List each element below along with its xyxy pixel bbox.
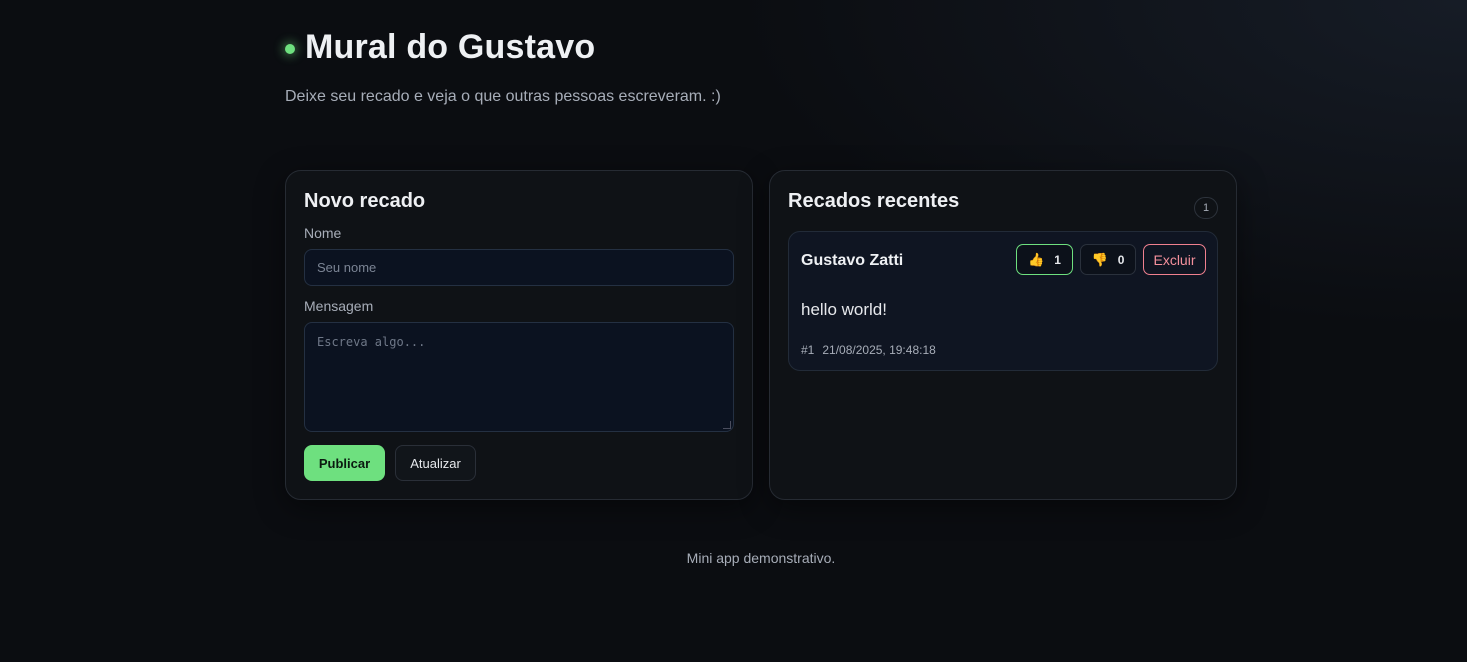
publish-button[interactable]: Publicar [304,445,385,481]
thumbs-down-icon: 👎 [1091,251,1108,267]
message-placeholder: Escreva algo... [317,335,426,349]
message-item: Gustavo Zatti 👍 1 👎 0 Excluir hello worl… [788,231,1218,371]
page-title: Mural do Gustavo [305,28,596,66]
new-message-title: Novo recado [304,190,426,212]
message-label: Mensagem [304,298,374,314]
title-row: Mural do Gustavo [285,28,721,67]
dislike-button[interactable]: 👎 0 [1080,244,1136,275]
message-author: Gustavo Zatti [801,252,904,269]
recent-messages-title: Recados recentes [788,190,960,212]
thumbs-up-icon: 👍 [1028,251,1045,267]
header: Mural do Gustavo Deixe seu recado e veja… [285,28,721,106]
message-count-badge: 1 [1194,197,1218,219]
like-count: 1 [1054,252,1061,267]
new-message-card: Novo recado Nome Seu nome Mensagem Escre… [285,170,753,500]
message-textarea[interactable]: Escreva algo... [304,322,734,432]
name-input[interactable]: Seu nome [304,249,734,286]
message-id: #1 [801,343,815,357]
status-dot-icon [285,43,295,54]
page-subtitle: Deixe seu recado e veja o que outras pes… [285,88,721,105]
dislike-count: 0 [1117,252,1125,267]
like-button[interactable]: 👍 1 [1016,244,1073,275]
refresh-button[interactable]: Atualizar [395,445,476,481]
resize-handle-icon[interactable] [723,421,731,429]
message-text: hello world! [801,300,887,319]
name-label: Nome [304,225,342,241]
recent-messages-card: Recados recentes 1 Gustavo Zatti 👍 1 👎 0… [769,170,1237,500]
page: Mural do Gustavo Deixe seu recado e veja… [0,0,1467,662]
delete-button[interactable]: Excluir [1143,244,1206,275]
message-meta: #1 21/08/2025, 19:48:18 [801,343,936,357]
footer: Mini app demonstrativo. [686,550,836,566]
message-timestamp: 21/08/2025, 19:48:18 [822,343,936,357]
